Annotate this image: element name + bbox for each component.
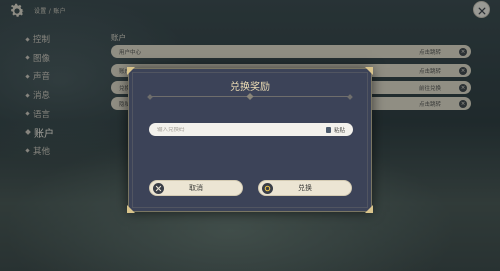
redeem-code-field: 粘贴 (149, 123, 353, 136)
corner-ornament-icon (365, 67, 373, 75)
cancel-button[interactable]: 取消 (149, 180, 243, 196)
cancel-label: 取消 (189, 184, 203, 192)
redeem-code-input[interactable] (157, 126, 307, 133)
corner-ornament-icon (127, 205, 135, 213)
corner-ornament-icon (365, 205, 373, 213)
divider-ornament-icon (246, 92, 254, 101)
close-icon (153, 183, 164, 194)
clipboard-icon (325, 127, 331, 133)
redeem-dialog: 兑换奖励 粘贴 取消 兑换 (127, 67, 373, 213)
redeem-button[interactable]: 兑换 (258, 180, 352, 196)
paste-button[interactable]: 粘贴 (325, 126, 345, 134)
title-divider (147, 92, 353, 101)
divider-ornament-icon (147, 93, 153, 100)
divider-ornament-icon (347, 93, 353, 100)
dialog-title: 兑换奖励 (230, 82, 270, 93)
confirm-circle-icon (262, 183, 273, 194)
corner-ornament-icon (127, 67, 135, 75)
paste-label: 粘贴 (333, 128, 345, 134)
redeem-label: 兑换 (298, 184, 312, 192)
